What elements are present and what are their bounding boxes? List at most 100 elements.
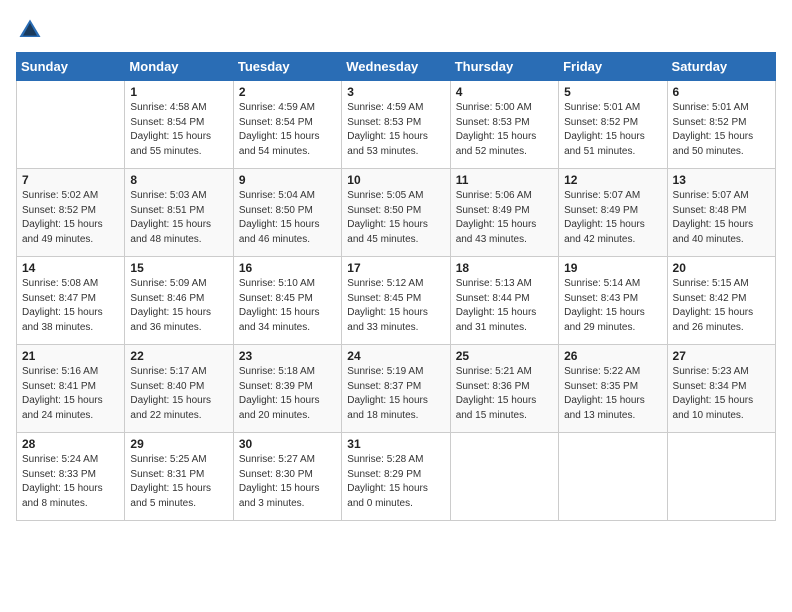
week-row-3: 14 Sunrise: 5:08 AM Sunset: 8:47 PM Dayli… — [17, 257, 776, 345]
header-cell-friday: Friday — [559, 53, 667, 81]
day-content: Sunrise: 5:14 AM Sunset: 8:43 PM Dayligh… — [564, 277, 661, 335]
day-number: 25 — [456, 349, 553, 363]
day-content: Sunrise: 5:06 AM Sunset: 8:49 PM Dayligh… — [456, 189, 553, 247]
calendar-cell: 17 Sunrise: 5:12 AM Sunset: 8:45 PM Dayli… — [342, 257, 450, 345]
week-row-4: 21 Sunrise: 5:16 AM Sunset: 8:41 PM Dayli… — [17, 345, 776, 433]
day-number: 1 — [130, 85, 227, 99]
day-content: Sunrise: 5:00 AM Sunset: 8:53 PM Dayligh… — [456, 101, 553, 159]
calendar-cell: 24Sunrise: 5:19 AM Sunset: 8:37 PM Dayli… — [342, 345, 450, 433]
day-number: 20 — [673, 261, 770, 275]
logo — [16, 16, 48, 44]
day-content: Sunrise: 5:07 AM Sunset: 8:48 PM Dayligh… — [673, 189, 770, 247]
calendar-cell: 6Sunrise: 5:01 AM Sunset: 8:52 PM Daylig… — [667, 81, 775, 169]
calendar-cell: 23Sunrise: 5:18 AM Sunset: 8:39 PM Dayli… — [233, 345, 341, 433]
header-row: SundayMondayTuesdayWednesdayThursdayFrid… — [17, 53, 776, 81]
day-number: 3 — [347, 85, 444, 99]
calendar-cell: 21 Sunrise: 5:16 AM Sunset: 8:41 PM Dayli… — [17, 345, 125, 433]
day-content: Sunrise: 5:15 AM Sunset: 8:42 PM Dayligh… — [673, 277, 770, 335]
calendar-cell — [559, 433, 667, 521]
day-content: Sunrise: 5:09 AM Sunset: 8:46 PM Dayligh… — [130, 277, 227, 335]
day-content: Sunrise: 5:28 AM Sunset: 8:29 PM Dayligh… — [347, 453, 444, 511]
day-number: 10 — [347, 173, 444, 187]
calendar-cell: 26 Sunrise: 5:22 AM Sunset: 8:35 PM Dayli… — [559, 345, 667, 433]
calendar-cell: 11Sunrise: 5:06 AM Sunset: 8:49 PM Dayli… — [450, 169, 558, 257]
header-cell-tuesday: Tuesday — [233, 53, 341, 81]
calendar-cell: 1 Sunrise: 4:58 AM Sunset: 8:54 PM Daylig… — [125, 81, 233, 169]
day-number: 4 — [456, 85, 553, 99]
day-number: 29 — [130, 437, 227, 451]
day-content: Sunrise: 5:04 AM Sunset: 8:50 PM Dayligh… — [239, 189, 336, 247]
day-content: Sunrise: 5:22 AM Sunset: 8:35 PM Dayligh… — [564, 365, 661, 423]
day-content: Sunrise: 5:24 AM Sunset: 8:33 PM Dayligh… — [22, 453, 119, 511]
header-cell-sunday: Sunday — [17, 53, 125, 81]
calendar-cell: 8 Sunrise: 5:03 AM Sunset: 8:51 PM Daylig… — [125, 169, 233, 257]
day-number: 15 — [130, 261, 227, 275]
header-cell-wednesday: Wednesday — [342, 53, 450, 81]
day-number: 30 — [239, 437, 336, 451]
calendar-cell: 28 Sunrise: 5:24 AM Sunset: 8:33 PM Dayli… — [17, 433, 125, 521]
day-number: 27 — [673, 349, 770, 363]
calendar-cell: 3 Sunrise: 4:59 AM Sunset: 8:53 PM Daylig… — [342, 81, 450, 169]
day-number: 2 — [239, 85, 336, 99]
calendar-cell: 18Sunrise: 5:13 AM Sunset: 8:44 PM Dayli… — [450, 257, 558, 345]
day-content: Sunrise: 5:17 AM Sunset: 8:40 PM Dayligh… — [130, 365, 227, 423]
calendar-body: 1 Sunrise: 4:58 AM Sunset: 8:54 PM Daylig… — [17, 81, 776, 521]
calendar-cell: 10Sunrise: 5:05 AM Sunset: 8:50 PM Dayli… — [342, 169, 450, 257]
day-number: 17 — [347, 261, 444, 275]
logo-icon — [16, 16, 44, 44]
day-content: Sunrise: 5:21 AM Sunset: 8:36 PM Dayligh… — [456, 365, 553, 423]
day-content: Sunrise: 5:27 AM Sunset: 8:30 PM Dayligh… — [239, 453, 336, 511]
day-number: 5 — [564, 85, 661, 99]
day-number: 12 — [564, 173, 661, 187]
day-content: Sunrise: 5:08 AM Sunset: 8:47 PM Dayligh… — [22, 277, 119, 335]
calendar-cell: 29 Sunrise: 5:25 AM Sunset: 8:31 PM Dayli… — [125, 433, 233, 521]
day-content: Sunrise: 4:59 AM Sunset: 8:53 PM Dayligh… — [347, 101, 444, 159]
calendar-cell: 4 Sunrise: 5:00 AM Sunset: 8:53 PM Daylig… — [450, 81, 558, 169]
calendar-cell: 19 Sunrise: 5:14 AM Sunset: 8:43 PM Dayli… — [559, 257, 667, 345]
day-content: Sunrise: 4:59 AM Sunset: 8:54 PM Dayligh… — [239, 101, 336, 159]
day-number: 14 — [22, 261, 119, 275]
calendar-cell: 27 Sunrise: 5:23 AM Sunset: 8:34 PM Dayli… — [667, 345, 775, 433]
calendar-cell: 20 Sunrise: 5:15 AM Sunset: 8:42 PM Dayli… — [667, 257, 775, 345]
calendar-cell: 25 Sunrise: 5:21 AM Sunset: 8:36 PM Dayli… — [450, 345, 558, 433]
calendar-cell: 12 Sunrise: 5:07 AM Sunset: 8:49 PM Dayli… — [559, 169, 667, 257]
calendar-cell: 5 Sunrise: 5:01 AM Sunset: 8:52 PM Daylig… — [559, 81, 667, 169]
page-header — [16, 16, 776, 44]
day-content: Sunrise: 5:23 AM Sunset: 8:34 PM Dayligh… — [673, 365, 770, 423]
day-content: Sunrise: 4:58 AM Sunset: 8:54 PM Dayligh… — [130, 101, 227, 159]
day-content: Sunrise: 5:16 AM Sunset: 8:41 PM Dayligh… — [22, 365, 119, 423]
day-number: 21 — [22, 349, 119, 363]
day-content: Sunrise: 5:25 AM Sunset: 8:31 PM Dayligh… — [130, 453, 227, 511]
day-content: Sunrise: 5:01 AM Sunset: 8:52 PM Dayligh… — [673, 101, 770, 159]
day-number: 9 — [239, 173, 336, 187]
week-row-1: 1 Sunrise: 4:58 AM Sunset: 8:54 PM Daylig… — [17, 81, 776, 169]
header-cell-thursday: Thursday — [450, 53, 558, 81]
calendar-cell: 2 Sunrise: 4:59 AM Sunset: 8:54 PM Daylig… — [233, 81, 341, 169]
calendar-table: SundayMondayTuesdayWednesdayThursdayFrid… — [16, 52, 776, 521]
calendar-cell — [450, 433, 558, 521]
calendar-cell: 31Sunrise: 5:28 AM Sunset: 8:29 PM Dayli… — [342, 433, 450, 521]
day-content: Sunrise: 5:02 AM Sunset: 8:52 PM Dayligh… — [22, 189, 119, 247]
day-content: Sunrise: 5:19 AM Sunset: 8:37 PM Dayligh… — [347, 365, 444, 423]
calendar-header: SundayMondayTuesdayWednesdayThursdayFrid… — [17, 53, 776, 81]
calendar-cell: 9 Sunrise: 5:04 AM Sunset: 8:50 PM Daylig… — [233, 169, 341, 257]
day-number: 26 — [564, 349, 661, 363]
day-content: Sunrise: 5:10 AM Sunset: 8:45 PM Dayligh… — [239, 277, 336, 335]
week-row-5: 28 Sunrise: 5:24 AM Sunset: 8:33 PM Dayli… — [17, 433, 776, 521]
day-number: 23 — [239, 349, 336, 363]
header-cell-saturday: Saturday — [667, 53, 775, 81]
day-content: Sunrise: 5:12 AM Sunset: 8:45 PM Dayligh… — [347, 277, 444, 335]
day-number: 22 — [130, 349, 227, 363]
day-content: Sunrise: 5:03 AM Sunset: 8:51 PM Dayligh… — [130, 189, 227, 247]
day-number: 19 — [564, 261, 661, 275]
day-content: Sunrise: 5:01 AM Sunset: 8:52 PM Dayligh… — [564, 101, 661, 159]
day-number: 8 — [130, 173, 227, 187]
calendar-cell: 7 Sunrise: 5:02 AM Sunset: 8:52 PM Daylig… — [17, 169, 125, 257]
day-number: 28 — [22, 437, 119, 451]
day-number: 7 — [22, 173, 119, 187]
calendar-cell: 14 Sunrise: 5:08 AM Sunset: 8:47 PM Dayli… — [17, 257, 125, 345]
calendar-cell: 15 Sunrise: 5:09 AM Sunset: 8:46 PM Dayli… — [125, 257, 233, 345]
week-row-2: 7 Sunrise: 5:02 AM Sunset: 8:52 PM Daylig… — [17, 169, 776, 257]
day-content: Sunrise: 5:07 AM Sunset: 8:49 PM Dayligh… — [564, 189, 661, 247]
header-cell-monday: Monday — [125, 53, 233, 81]
